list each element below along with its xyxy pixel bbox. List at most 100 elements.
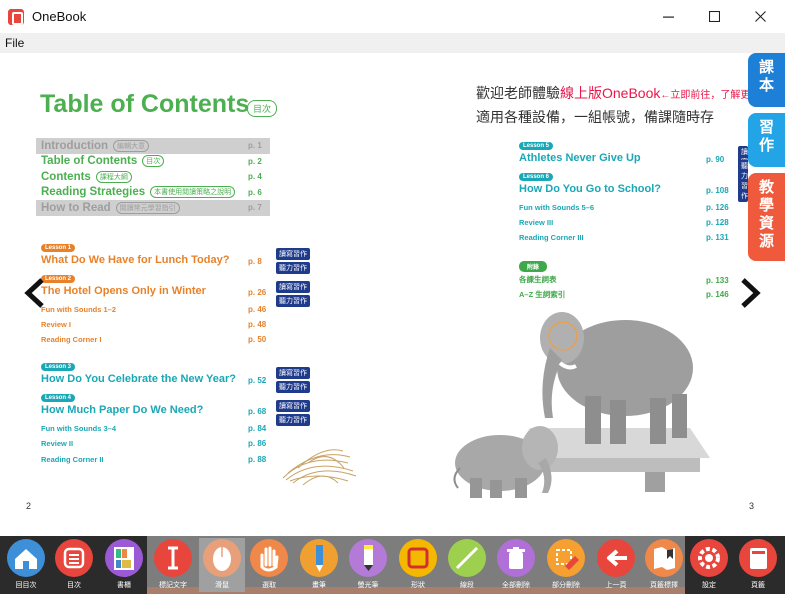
- workbook-tag[interactable]: 讀寫習作: [276, 248, 310, 260]
- next-page-arrow-icon[interactable]: [739, 278, 763, 308]
- toolbar-item-label: 螢光筆: [357, 582, 379, 589]
- app-logo-icon: [8, 8, 24, 25]
- side-tab-textbook[interactable]: 課本: [748, 53, 785, 107]
- workbook-tag[interactable]: 讀寫習作: [276, 400, 310, 412]
- workbook-tag[interactable]: 讀寫習作: [276, 281, 310, 293]
- toc-entry-reading-strategies[interactable]: Reading Strategies 本書使用閱讀策略之說明 p. 6: [36, 185, 270, 201]
- toolbar-item-bookshelf[interactable]: 書櫃: [101, 538, 147, 592]
- reading-corner-1[interactable]: Reading Corner I: [41, 335, 101, 344]
- review-2[interactable]: Review II: [41, 439, 73, 448]
- toolbar-item-shape[interactable]: 形狀: [395, 538, 441, 592]
- toolbar-item-label: 設定: [702, 582, 716, 589]
- book-icon: [739, 539, 777, 577]
- reading-corner-2[interactable]: Reading Corner II: [41, 455, 104, 464]
- lesson-3-title[interactable]: How Do You Celebrate the New Year?: [41, 373, 236, 385]
- straw-illustration: [282, 449, 357, 486]
- highlighter-icon: [349, 539, 387, 577]
- listening-tag[interactable]: 聽力習作: [276, 414, 310, 426]
- toc-entry-contents[interactable]: Contents 課程大綱 p. 4: [36, 169, 270, 185]
- toolbar-item-label: 線段: [460, 582, 474, 589]
- toolbar-item-line[interactable]: 線段: [444, 538, 490, 592]
- fun-with-sounds-2-page: p. 84: [248, 424, 267, 433]
- toolbar-item-home[interactable]: 回目次: [3, 538, 49, 592]
- reading-corner-1-page: p. 50: [248, 335, 267, 344]
- title-bar: OneBook: [0, 0, 785, 33]
- prev-page-arrow-icon[interactable]: [22, 278, 46, 308]
- toolbar-item-label: 目次: [67, 582, 81, 589]
- fun-with-sounds-1[interactable]: Fun with Sounds 1–2: [41, 305, 116, 314]
- appendix-vocab-list-page: p. 133: [706, 276, 729, 285]
- toolbar-item-hand[interactable]: 選取: [246, 538, 292, 592]
- listening-tag[interactable]: 聽力習作: [276, 295, 310, 307]
- review-3[interactable]: Review III: [519, 218, 553, 227]
- toolbar-item-eraser[interactable]: 部分刪除: [543, 538, 589, 592]
- lesson-5-page: p. 90: [706, 155, 725, 164]
- lesson-2-page: p. 26: [248, 288, 267, 297]
- close-button[interactable]: [737, 0, 783, 33]
- toolbar-item-book[interactable]: 頁籤: [735, 538, 781, 592]
- bookshelf-icon: [105, 539, 143, 577]
- side-tab-teaching-resources[interactable]: 教學資源: [748, 173, 785, 261]
- toc-badge: 目次: [247, 100, 278, 117]
- toolbar-item-label: 全部刪除: [502, 582, 530, 589]
- toolbar-item-label: 形狀: [411, 582, 425, 589]
- toc-entry-table-of-contents[interactable]: Table of Contents 目次 p. 2: [36, 154, 270, 170]
- fun-with-sounds-3[interactable]: Fun with Sounds 5–6: [519, 203, 594, 212]
- line-icon: [448, 539, 486, 577]
- menu-file[interactable]: File: [5, 36, 24, 50]
- elephants-illustration: [453, 312, 710, 498]
- toolbar-item-bookmark[interactable]: 頁籤標擇: [641, 538, 687, 592]
- gear-icon: [690, 539, 728, 577]
- maximize-button[interactable]: [691, 0, 737, 33]
- minimize-button[interactable]: [645, 0, 691, 33]
- lesson-4-page: p. 68: [248, 407, 267, 416]
- appendix-index[interactable]: A–Z 生詞索引: [519, 289, 565, 300]
- appendix-vocab-list[interactable]: 各課生詞表: [519, 274, 557, 285]
- listening-tag[interactable]: 聽力習作: [276, 381, 310, 393]
- lesson-6-page: p. 108: [706, 186, 729, 195]
- lesson-6-title[interactable]: How Do You Go to School?: [519, 183, 661, 195]
- promo-line-1[interactable]: 歡迎老師體驗線上版OneBook←立即前往，了解更: [476, 83, 750, 103]
- reading-corner-3-page: p. 131: [706, 233, 729, 242]
- lesson-4-title[interactable]: How Much Paper Do We Need?: [41, 404, 203, 416]
- toolbar-item-mouse[interactable]: 滑鼠: [199, 538, 245, 592]
- listening-tag[interactable]: 聽力習作: [738, 160, 748, 202]
- toolbar-item-label: 上一頁: [605, 582, 627, 589]
- lesson-5-pill: Lesson 5: [519, 142, 554, 150]
- toolbar-item-label: 選取: [262, 582, 276, 589]
- toolbar-item-label: 標記文字: [159, 582, 187, 589]
- side-tab-workbook[interactable]: 習作: [748, 113, 785, 167]
- toc-heading: Table of Contents: [40, 90, 250, 118]
- review-1[interactable]: Review I: [41, 320, 71, 329]
- toolbar-item-back-arrow[interactable]: 上一頁: [593, 538, 639, 592]
- promo-line-2: 適用各種設備，一組帳號，備課隨時存: [476, 109, 714, 125]
- window-title: OneBook: [32, 9, 87, 24]
- reading-corner-3[interactable]: Reading Corner III: [519, 233, 584, 242]
- toolbar-item-label: 回目次: [15, 582, 37, 589]
- toolbar-item-highlighter[interactable]: 螢光筆: [345, 538, 391, 592]
- listening-tag[interactable]: 聽力習作: [276, 262, 310, 274]
- toc-entry-how-to-read[interactable]: How to Read 閱讀常元學習指引 p. 7: [36, 200, 270, 216]
- bookmark-icon: [645, 539, 683, 577]
- appendix-index-page: p. 146: [706, 290, 729, 299]
- workbook-tag[interactable]: 讀寫習作: [276, 367, 310, 379]
- toc-entry-introduction[interactable]: Introduction 編輯大意 p. 1: [36, 138, 270, 154]
- back-arrow-icon: [597, 539, 635, 577]
- review-1-page: p. 48: [248, 320, 267, 329]
- lesson-1-page: p. 8: [248, 257, 262, 266]
- toolbar-item-text-cursor[interactable]: 標記文字: [150, 538, 196, 592]
- toolbar-item-pen[interactable]: 畫筆: [296, 538, 342, 592]
- trash-icon: [497, 539, 535, 577]
- right-page-number: 3: [749, 501, 755, 511]
- toolbar-item-trash[interactable]: 全部刪除: [493, 538, 539, 592]
- toolbar-item-list[interactable]: 目次: [51, 538, 97, 592]
- bottom-toolbar: 回目次 目次 書櫃 標記文字 滑鼠 選取 畫筆 螢光筆 形狀 線段 全部刪除 部分刪除 上一頁 頁籤標擇 設…: [0, 536, 785, 594]
- lesson-2-title[interactable]: The Hotel Opens Only in Winter: [41, 285, 206, 297]
- fun-with-sounds-2[interactable]: Fun with Sounds 3–4: [41, 424, 116, 433]
- fun-with-sounds-3-page: p. 126: [706, 203, 729, 212]
- toolbar-item-gear[interactable]: 設定: [686, 538, 732, 592]
- intro-list: Introduction 編輯大意 p. 1 Table of Contents…: [36, 138, 270, 216]
- lesson-5-title[interactable]: Athletes Never Give Up: [519, 152, 641, 164]
- lesson-1-title[interactable]: What Do We Have for Lunch Today?: [41, 254, 229, 266]
- home-icon: [7, 539, 45, 577]
